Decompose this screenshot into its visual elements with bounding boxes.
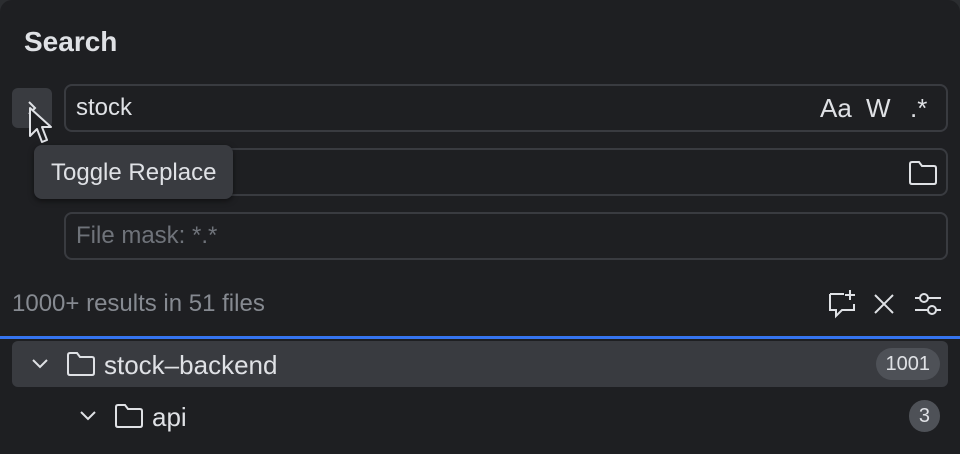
- close-icon[interactable]: [868, 288, 900, 320]
- results-summary: 1000+ results in 51 files: [12, 290, 265, 317]
- chevron-down-icon[interactable]: [30, 354, 50, 374]
- file-mask-input[interactable]: [76, 214, 776, 258]
- toggle-replace-tooltip: Toggle Replace: [34, 145, 234, 199]
- open-in-find-window-icon[interactable]: [826, 288, 858, 320]
- match-count-badge: 3: [908, 400, 940, 432]
- progress-divider: [0, 336, 960, 339]
- tree-row-label: stock–backend: [104, 350, 278, 380]
- folder-icon: [67, 352, 95, 376]
- match-count-badge: 1001: [875, 348, 940, 380]
- match-case-toggle[interactable]: Aa: [820, 92, 852, 124]
- tree-row-label: api: [152, 402, 187, 432]
- file-mask-field[interactable]: [64, 212, 948, 260]
- filter-settings-icon[interactable]: [912, 288, 944, 320]
- folder-icon[interactable]: [908, 160, 938, 186]
- panel-title: Search: [24, 26, 118, 57]
- regex-toggle[interactable]: .*: [910, 92, 927, 124]
- whole-words-toggle[interactable]: W: [866, 92, 891, 124]
- search-input[interactable]: [76, 86, 776, 130]
- search-panel: Search Aa W .* Toggle Replace 1000+ resu…: [0, 0, 960, 454]
- tree-row-api[interactable]: api 3: [12, 393, 948, 439]
- tree-row-stock-backend[interactable]: stock–backend 1001: [12, 341, 948, 387]
- chevron-down-icon[interactable]: [78, 406, 98, 426]
- search-field[interactable]: Aa W .*: [64, 84, 948, 132]
- mouse-cursor-icon: [29, 107, 52, 143]
- folder-icon: [115, 404, 143, 428]
